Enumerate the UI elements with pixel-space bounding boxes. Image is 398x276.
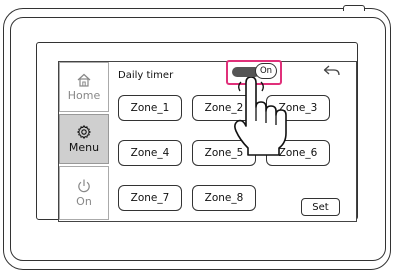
set-button[interactable]: Set xyxy=(301,198,340,216)
page-title: Daily timer xyxy=(118,70,174,81)
sidebar-item-label: Menu xyxy=(68,141,100,154)
zone-8-button[interactable]: Zone_8 xyxy=(192,185,256,211)
power-icon xyxy=(78,179,90,193)
sidebar-item-label: Home xyxy=(67,89,101,102)
device-top-button[interactable] xyxy=(343,5,365,11)
device-illustration: Home Menu On Daily timer On Zone_1 Zone_… xyxy=(0,0,398,276)
gear-icon xyxy=(76,124,92,140)
sidebar-item-label: On xyxy=(76,195,92,208)
back-arrow-icon[interactable] xyxy=(323,64,341,78)
zone-7-button[interactable]: Zone_7 xyxy=(118,185,182,211)
sidebar-item-menu[interactable]: Menu xyxy=(59,114,109,164)
pointing-hand-icon xyxy=(234,77,287,156)
sidebar-item-power[interactable]: On xyxy=(59,166,109,220)
home-icon xyxy=(77,73,91,87)
zone-1-button[interactable]: Zone_1 xyxy=(118,95,182,121)
zone-4-button[interactable]: Zone_4 xyxy=(118,140,182,166)
sidebar-item-home[interactable]: Home xyxy=(59,62,109,112)
